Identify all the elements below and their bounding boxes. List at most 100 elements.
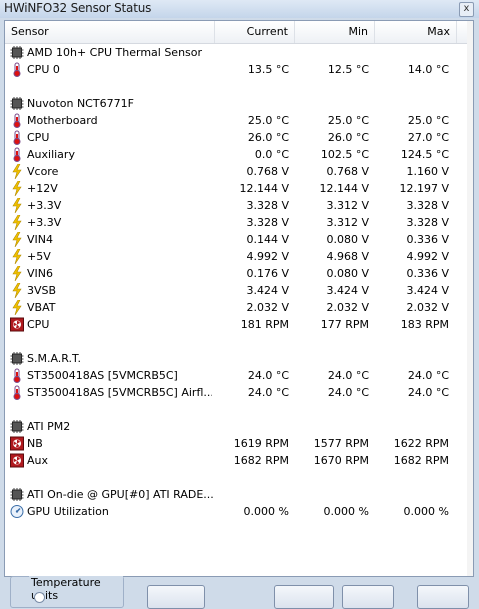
bottom-button-4[interactable]	[417, 585, 469, 609]
sensor-current-value: 13.5 °C	[247, 63, 289, 76]
sensor-row[interactable]: +5V 4.992 V 4.968 V 4.992 V	[5, 248, 473, 265]
thermometer-icon	[10, 62, 24, 77]
sensor-row[interactable]: +3.3V 3.328 V 3.312 V 3.328 V	[5, 214, 473, 231]
bottom-button-3[interactable]	[342, 585, 394, 609]
fan-icon	[10, 453, 24, 468]
sensor-current-value: 3.328 V	[246, 199, 289, 212]
sensor-row[interactable]: GPU Utilization 0.000 % 0.000 % 0.000 %	[5, 503, 473, 520]
sensor-min-value: 3.312 V	[326, 216, 369, 229]
sensor-max-value: 3.424 V	[406, 284, 449, 297]
sensor-min-value: 26.0 °C	[327, 131, 369, 144]
column-header-current[interactable]: Current	[215, 21, 295, 43]
lightning-icon	[10, 197, 24, 214]
sensor-name: Auxiliary	[27, 148, 75, 161]
sensor-name: VIN4	[27, 233, 53, 246]
sensor-name: CPU	[27, 131, 50, 144]
sensor-current-value: 0.768 V	[246, 165, 289, 178]
sensor-max-value: 0.336 V	[406, 267, 449, 280]
vertical-scrollbar[interactable]	[467, 21, 473, 576]
sensor-current-value: 24.0 °C	[247, 369, 289, 382]
sensor-group-row[interactable]: ATI On-die @ GPU[#0] ATI RADE...	[5, 486, 473, 503]
lightning-icon	[10, 163, 24, 180]
sensor-min-value: 12.144 V	[319, 182, 369, 195]
sensor-row[interactable]: Auxiliary 0.0 °C 102.5 °C 124.5 °C	[5, 146, 473, 163]
sensor-min-value: 177 RPM	[320, 318, 369, 331]
sensor-row[interactable]: NB 1619 RPM 1577 RPM 1622 RPM	[5, 435, 473, 452]
sensor-max-value: 0.000 %	[403, 505, 449, 518]
sensor-group-name: Nuvoton NCT6771F	[27, 97, 134, 110]
sensor-row[interactable]: VIN6 0.176 V 0.080 V 0.336 V	[5, 265, 473, 282]
sensor-group-row[interactable]: AMD 10h+ CPU Thermal Sensor	[5, 44, 473, 61]
sensor-name: GPU Utilization	[27, 505, 109, 518]
sensor-row[interactable]: +12V 12.144 V 12.144 V 12.197 V	[5, 180, 473, 197]
sensor-min-value: 4.968 V	[326, 250, 369, 263]
sensor-max-value: 183 RPM	[400, 318, 449, 331]
sensor-current-value: 0.000 %	[243, 505, 289, 518]
sensor-row[interactable]: CPU 26.0 °C 26.0 °C 27.0 °C	[5, 129, 473, 146]
lightning-icon	[10, 265, 24, 282]
column-header-max[interactable]: Max	[375, 21, 457, 43]
sensor-min-value: 1670 RPM	[313, 454, 369, 467]
sensor-name: ST3500418AS [5VMCRB5C]	[27, 369, 178, 382]
sensor-current-value: 12.144 V	[239, 182, 289, 195]
sensor-group-name: AMD 10h+ CPU Thermal Sensor	[27, 46, 203, 59]
thermometer-icon	[10, 385, 24, 400]
fan-icon	[10, 436, 24, 451]
sensor-max-value: 12.197 V	[399, 182, 449, 195]
bottom-button-2[interactable]	[274, 585, 334, 609]
sensor-min-value: 0.768 V	[326, 165, 369, 178]
sensor-row[interactable]: Aux 1682 RPM 1670 RPM 1682 RPM	[5, 452, 473, 469]
sensor-current-value: 24.0 °C	[247, 386, 289, 399]
sensor-row[interactable]: Motherboard 25.0 °C 25.0 °C 25.0 °C	[5, 112, 473, 129]
sensor-max-value: 1682 RPM	[393, 454, 449, 467]
sensor-name: Aux	[27, 454, 49, 467]
sensor-min-value: 0.080 V	[326, 267, 369, 280]
gauge-icon	[10, 504, 24, 519]
sensor-name: CPU	[27, 318, 50, 331]
column-header-sensor[interactable]: Sensor	[5, 21, 215, 43]
sensor-group-row[interactable]: Nuvoton NCT6771F	[5, 95, 473, 112]
sensor-max-value: 0.336 V	[406, 233, 449, 246]
sensor-name: ST3500418AS [5VMCRB5C] Airfl...	[27, 386, 212, 399]
lightning-icon	[10, 180, 24, 197]
column-header-min[interactable]: Min	[295, 21, 375, 43]
sensor-row[interactable]: VBAT 2.032 V 2.032 V 2.032 V	[5, 299, 473, 316]
sensor-row[interactable]: ST3500418AS [5VMCRB5C] Airfl... 24.0 °C 24…	[5, 384, 473, 401]
sensor-row[interactable]: CPU 0 13.5 °C 12.5 °C 14.0 °C	[5, 61, 473, 78]
thermometer-icon	[10, 130, 24, 145]
thermometer-icon	[10, 147, 24, 162]
lightning-icon	[10, 299, 24, 316]
blank-row	[5, 469, 473, 486]
sensor-min-value: 25.0 °C	[327, 114, 369, 127]
sensor-name: NB	[27, 437, 43, 450]
sensor-name: Motherboard	[27, 114, 98, 127]
sensor-row[interactable]: CPU 181 RPM 177 RPM 183 RPM	[5, 316, 473, 333]
close-button[interactable]: x	[459, 2, 474, 17]
sensor-max-value: 24.0 °C	[407, 386, 449, 399]
sensor-name: +5V	[27, 250, 51, 263]
sensor-max-value: 25.0 °C	[407, 114, 449, 127]
sensor-row[interactable]: 3VSB 3.424 V 3.424 V 3.424 V	[5, 282, 473, 299]
sensor-current-value: 1682 RPM	[233, 454, 289, 467]
sensor-row[interactable]: Vcore 0.768 V 0.768 V 1.160 V	[5, 163, 473, 180]
blank-row	[5, 401, 473, 418]
bottom-button-1[interactable]	[147, 585, 205, 609]
blank-row	[5, 333, 473, 350]
bottom-panel: Temperature units	[0, 576, 479, 609]
sensor-current-value: 0.0 °C	[254, 148, 289, 161]
sensor-min-value: 102.5 °C	[320, 148, 369, 161]
table-header: Sensor Current Min Max	[5, 21, 473, 44]
temperature-unit-radio[interactable]	[34, 592, 45, 603]
thermometer-icon	[10, 368, 24, 383]
sensor-row[interactable]: ST3500418AS [5VMCRB5C] 24.0 °C 24.0 °C 24.0…	[5, 367, 473, 384]
sensor-row[interactable]: VIN4 0.144 V 0.080 V 0.336 V	[5, 231, 473, 248]
sensor-min-value: 2.032 V	[326, 301, 369, 314]
chip-icon	[10, 45, 24, 60]
sensor-max-value: 14.0 °C	[407, 63, 449, 76]
sensor-group-name: S.M.A.R.T.	[27, 352, 81, 365]
sensor-min-value: 3.312 V	[326, 199, 369, 212]
sensor-group-row[interactable]: ATI PM2	[5, 418, 473, 435]
sensor-current-value: 4.992 V	[246, 250, 289, 263]
sensor-group-row[interactable]: S.M.A.R.T.	[5, 350, 473, 367]
sensor-row[interactable]: +3.3V 3.328 V 3.312 V 3.328 V	[5, 197, 473, 214]
